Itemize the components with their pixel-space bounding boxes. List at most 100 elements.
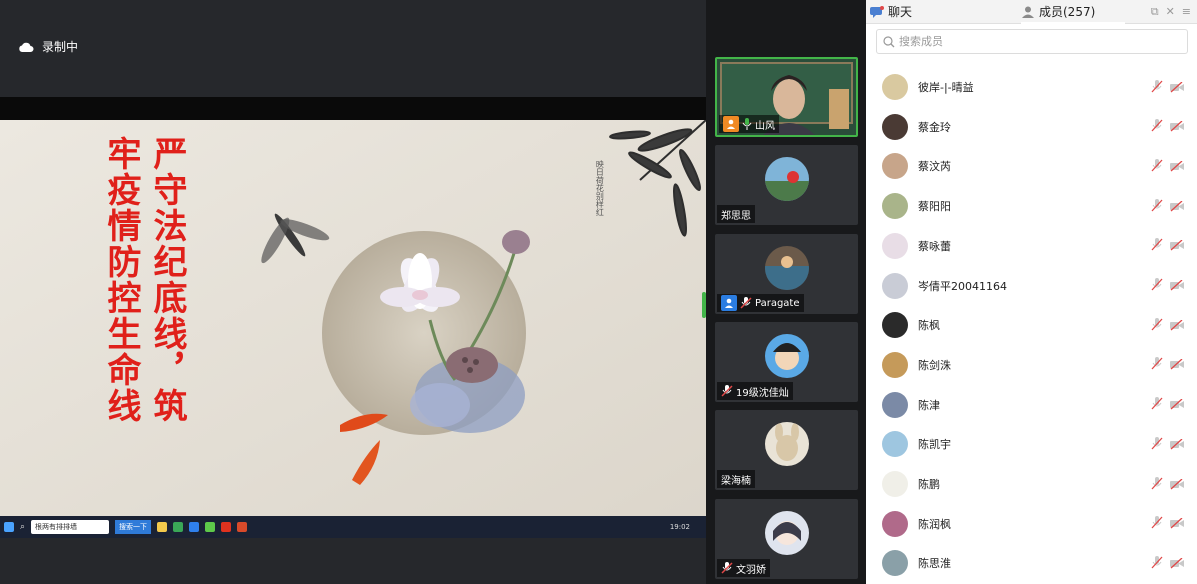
video-tile-label: 文羽娇 xyxy=(717,559,770,577)
member-name: 岑倩平20041164 xyxy=(918,279,1007,293)
presentation-app-icon[interactable] xyxy=(237,522,248,532)
host-badge-icon xyxy=(723,116,739,132)
member-avatar xyxy=(882,510,908,537)
meeting-app: 录制中 严守法纪底线，筑 牢疫情防控生命线 映日荷花别样红 ⌕ 根两有排排墙 搜… xyxy=(0,0,1197,584)
camera-off-icon[interactable] xyxy=(1170,475,1184,494)
windows-start-icon[interactable] xyxy=(4,522,14,532)
tab-members[interactable]: 成员(257) xyxy=(1021,0,1126,24)
video-tile-label: 山风 xyxy=(719,115,779,133)
camera-off-icon[interactable] xyxy=(1170,395,1184,414)
recording-label: 录制中 xyxy=(42,40,79,54)
close-icon[interactable]: ✕ xyxy=(1166,5,1175,19)
member-name: 彼岸-|-晴益 xyxy=(918,81,974,94)
folder-icon[interactable] xyxy=(157,522,168,532)
member-row[interactable]: 陈鹏 xyxy=(866,465,1197,503)
mic-muted-icon[interactable] xyxy=(1151,117,1163,136)
slogan-line-right: 严守法纪底线，筑 xyxy=(147,136,187,424)
video-tile[interactable]: 文羽娇 xyxy=(715,499,858,579)
participant-name: Paragate xyxy=(755,297,800,309)
popout-icon[interactable]: ⧉ xyxy=(1151,5,1159,19)
member-row[interactable]: 陈凯宇 xyxy=(866,425,1197,463)
member-name: 蔡金玲 xyxy=(918,120,951,134)
mic-muted-icon[interactable] xyxy=(1151,514,1163,533)
mic-muted-icon[interactable] xyxy=(1151,236,1163,255)
presentation-slide: 严守法纪底线，筑 牢疫情防控生命线 映日荷花别样红 xyxy=(0,120,706,516)
video-tile-speaker[interactable]: 山风 xyxy=(715,57,858,137)
mic-muted-icon[interactable] xyxy=(1151,316,1163,335)
video-tile[interactable]: 19级沈佳灿 xyxy=(715,322,858,402)
mic-muted-icon[interactable] xyxy=(1151,435,1163,454)
camera-off-icon[interactable] xyxy=(1170,554,1184,573)
chat-icon xyxy=(870,5,884,18)
mic-muted-icon[interactable] xyxy=(1151,197,1163,216)
member-row[interactable]: 蔡阳阳 xyxy=(866,187,1197,225)
recording-indicator[interactable]: 录制中 xyxy=(18,38,78,55)
video-tile[interactable]: 梁海楠 xyxy=(715,410,858,490)
video-tile-label: Paragate xyxy=(717,294,804,312)
video-tile[interactable]: 郑思思 xyxy=(715,145,858,225)
camera-off-icon[interactable] xyxy=(1170,355,1184,374)
browser-icon[interactable] xyxy=(189,522,200,532)
camera-off-icon[interactable] xyxy=(1170,157,1184,176)
camera-off-icon[interactable] xyxy=(1170,197,1184,216)
tab-chat[interactable]: 聊天 xyxy=(870,0,912,24)
member-name: 陈思淮 xyxy=(918,557,951,571)
tab-members-label: 成员(257) xyxy=(1039,5,1096,19)
camera-off-icon[interactable] xyxy=(1170,117,1184,136)
participant-avatar xyxy=(764,157,809,201)
participant-name: 山风 xyxy=(755,120,775,132)
member-name: 陈凯宇 xyxy=(918,438,951,452)
participant-name: 郑思思 xyxy=(721,210,751,222)
wps-icon[interactable] xyxy=(221,522,232,532)
camera-off-icon[interactable] xyxy=(1170,435,1184,454)
camera-off-icon[interactable] xyxy=(1170,514,1184,533)
video-gallery: 山风 郑思思 Paragate 19级沈佳灿 梁海楠 文羽娇 xyxy=(706,0,866,584)
mic-muted-icon[interactable] xyxy=(1151,276,1163,295)
member-name: 陈枫 xyxy=(918,319,940,333)
stage-top-bar: 录制中 xyxy=(0,0,706,97)
search-icon[interactable]: ⌕ xyxy=(20,522,25,532)
search-input[interactable] xyxy=(899,35,1169,48)
member-row[interactable]: 陈剑洙 xyxy=(866,346,1197,384)
participant-name: 文羽娇 xyxy=(736,564,766,576)
participant-avatar xyxy=(764,511,809,555)
taskbar-search-button[interactable]: 搜索一下 xyxy=(115,520,152,534)
mic-muted-icon[interactable] xyxy=(1151,475,1163,494)
member-row[interactable]: 陈枫 xyxy=(866,306,1197,344)
member-avatar xyxy=(882,74,908,100)
member-row[interactable]: 蔡汶芮 xyxy=(866,147,1197,185)
video-tile[interactable]: Paragate xyxy=(715,234,858,314)
member-row[interactable]: 蔡金玲 xyxy=(866,108,1197,146)
member-row[interactable]: 陈润枫 xyxy=(866,505,1197,543)
member-row[interactable]: 彼岸-|-晴益 xyxy=(866,68,1197,106)
camera-off-icon[interactable] xyxy=(1170,276,1184,295)
camera-off-icon[interactable] xyxy=(1170,236,1184,255)
member-row[interactable]: 蔡咏蕾 xyxy=(866,227,1197,265)
member-avatar xyxy=(882,431,908,458)
member-avatar xyxy=(882,272,908,299)
member-row[interactable]: 岑倩平20041164 xyxy=(866,267,1197,305)
camera-off-icon[interactable] xyxy=(1170,78,1184,97)
video-tile-label: 19级沈佳灿 xyxy=(717,382,793,400)
member-name: 蔡汶芮 xyxy=(918,160,951,174)
side-panel: 聊天 成员(257) ⧉ ✕ ≡ 彼岸-|-晴益蔡金玲蔡汶芮蔡阳阳蔡咏蕾岑倩平2… xyxy=(866,0,1197,584)
mic-muted-icon[interactable] xyxy=(1151,395,1163,414)
menu-icon[interactable]: ≡ xyxy=(1182,5,1191,19)
wechat-icon[interactable] xyxy=(205,522,216,532)
mic-muted-icon[interactable] xyxy=(1151,355,1163,374)
app-icon-green[interactable] xyxy=(173,522,184,532)
mic-muted-icon[interactable] xyxy=(1151,554,1163,573)
video-tile-label: 梁海楠 xyxy=(717,470,755,488)
mic-muted-icon[interactable] xyxy=(1151,78,1163,97)
participant-avatar xyxy=(764,246,809,290)
mic-muted-icon[interactable] xyxy=(1151,157,1163,176)
member-name: 陈润枫 xyxy=(918,517,951,531)
mic-muted-icon xyxy=(721,385,733,397)
taskbar-search-text: 根两有排排墙 xyxy=(35,523,78,531)
panel-tabs: 聊天 成员(257) ⧉ ✕ ≡ xyxy=(866,0,1197,24)
member-search[interactable] xyxy=(876,29,1188,54)
member-row[interactable]: 陈津 xyxy=(866,386,1197,424)
camera-off-icon[interactable] xyxy=(1170,316,1184,335)
taskbar-search-field[interactable]: 根两有排排墙 xyxy=(31,520,110,534)
member-row[interactable]: 陈思淮 xyxy=(866,544,1197,582)
